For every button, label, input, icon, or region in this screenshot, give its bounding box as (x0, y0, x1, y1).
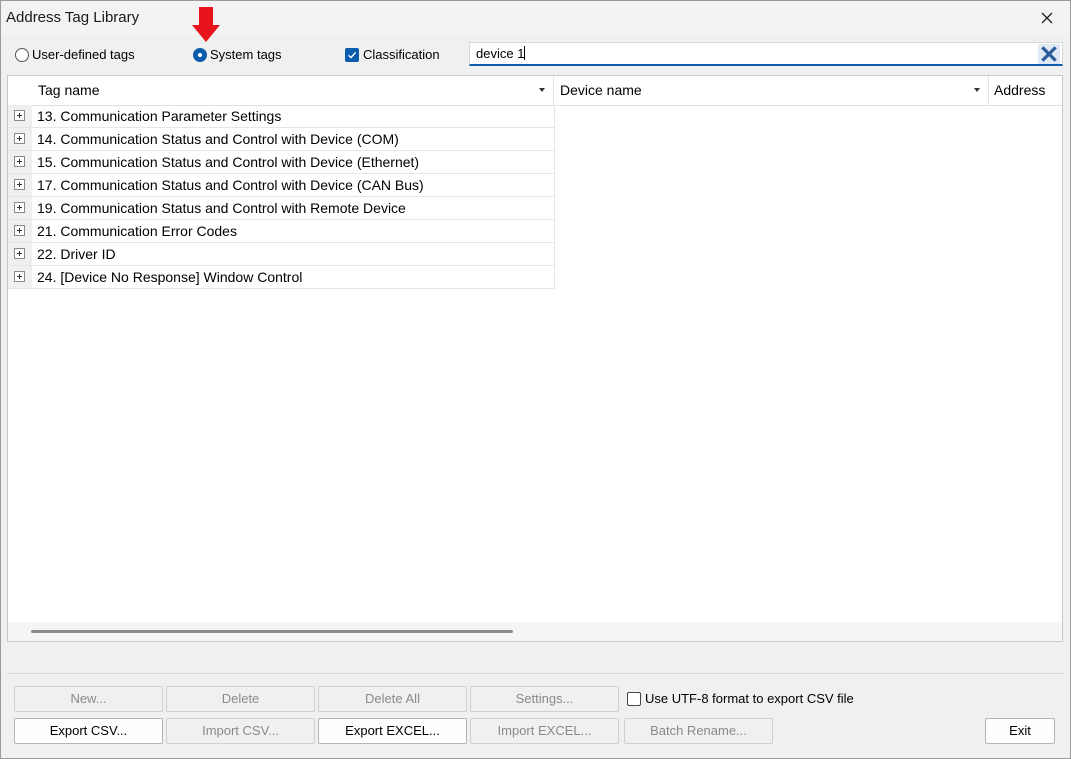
row-label: 13. Communication Parameter Settings (37, 108, 282, 124)
checkbox-checked-icon (345, 47, 359, 62)
user-defined-tags-label: User-defined tags (32, 47, 135, 62)
search-input-value: device 1 (476, 46, 525, 61)
row-label: 19. Communication Status and Control wit… (37, 200, 406, 216)
expand-plus-icon[interactable] (14, 225, 25, 236)
expand-plus-icon[interactable] (14, 271, 25, 282)
expand-plus-icon[interactable] (14, 179, 25, 190)
row-label: 24. [Device No Response] Window Control (37, 269, 303, 285)
row-label: 15. Communication Status and Control wit… (37, 154, 420, 170)
radio-unchecked-icon (15, 47, 29, 62)
expand-plus-icon[interactable] (14, 248, 25, 259)
down-arrow-annotation-icon (192, 7, 220, 42)
column-header-tag-name[interactable]: Tag name (8, 76, 554, 105)
table-row[interactable]: 13. Communication Parameter Settings (8, 105, 555, 128)
classification-label: Classification (363, 47, 440, 62)
scrollbar-thumb[interactable] (31, 630, 513, 633)
system-tags-radio[interactable]: System tags (193, 47, 282, 62)
new-button[interactable]: New... (14, 686, 163, 712)
utf8-export-checkbox[interactable]: Use UTF-8 format to export CSV file (627, 691, 854, 706)
row-label: 14. Communication Status and Control wit… (37, 131, 399, 147)
delete-button[interactable]: Delete (166, 686, 315, 712)
table-row[interactable]: 22. Driver ID (8, 243, 555, 266)
delete-all-button[interactable]: Delete All (318, 686, 467, 712)
title-bar: Address Tag Library (1, 1, 1070, 34)
exit-button[interactable]: Exit (985, 718, 1055, 744)
text-caret (524, 46, 526, 60)
table-row[interactable]: 14. Communication Status and Control wit… (8, 128, 555, 151)
dropdown-arrow-icon (539, 88, 545, 92)
user-defined-tags-radio[interactable]: User-defined tags (15, 47, 135, 62)
close-icon (1041, 12, 1053, 23)
column-header-device-name[interactable]: Device name (554, 76, 989, 105)
table-row[interactable]: 19. Communication Status and Control wit… (8, 197, 555, 220)
column-header-address[interactable]: Address (989, 76, 1062, 105)
settings-button[interactable]: Settings... (470, 686, 619, 712)
classification-checkbox[interactable]: Classification (345, 47, 440, 62)
batch-rename-button[interactable]: Batch Rename... (624, 718, 773, 744)
search-input[interactable]: device 1 (469, 42, 1063, 66)
table-header: Tag name Device name Address (8, 76, 1062, 106)
export-csv-button[interactable]: Export CSV... (14, 718, 163, 744)
radio-checked-icon (193, 47, 207, 62)
expand-plus-icon[interactable] (14, 110, 25, 121)
expand-plus-icon[interactable] (14, 156, 25, 167)
row-label: 21. Communication Error Codes (37, 223, 237, 239)
dropdown-arrow-icon (974, 88, 980, 92)
close-button[interactable] (1024, 1, 1070, 34)
import-csv-button[interactable]: Import CSV... (166, 718, 315, 744)
row-label: 22. Driver ID (37, 246, 116, 262)
row-label: 17. Communication Status and Control wit… (37, 177, 424, 193)
export-excel-button[interactable]: Export EXCEL... (318, 718, 467, 744)
clear-search-button[interactable] (1038, 44, 1060, 64)
table-row[interactable]: 15. Communication Status and Control wit… (8, 151, 555, 174)
window-title: Address Tag Library (6, 9, 140, 26)
system-tags-label: System tags (210, 47, 282, 62)
table-row[interactable]: 17. Communication Status and Control wit… (8, 174, 555, 197)
expand-plus-icon[interactable] (14, 202, 25, 213)
utf8-export-label: Use UTF-8 format to export CSV file (645, 691, 854, 706)
table-row[interactable]: 24. [Device No Response] Window Control (8, 266, 555, 289)
expand-plus-icon[interactable] (14, 133, 25, 144)
checkbox-unchecked-icon (627, 691, 641, 706)
horizontal-scrollbar[interactable] (8, 622, 1062, 641)
address-tag-library-window: Address Tag Library User-defined tags Sy… (0, 0, 1071, 759)
table-row[interactable]: 21. Communication Error Codes (8, 220, 555, 243)
import-excel-button[interactable]: Import EXCEL... (470, 718, 619, 744)
clear-x-icon (1041, 46, 1057, 62)
tag-table: Tag name Device name Address 13. Communi… (7, 75, 1063, 642)
